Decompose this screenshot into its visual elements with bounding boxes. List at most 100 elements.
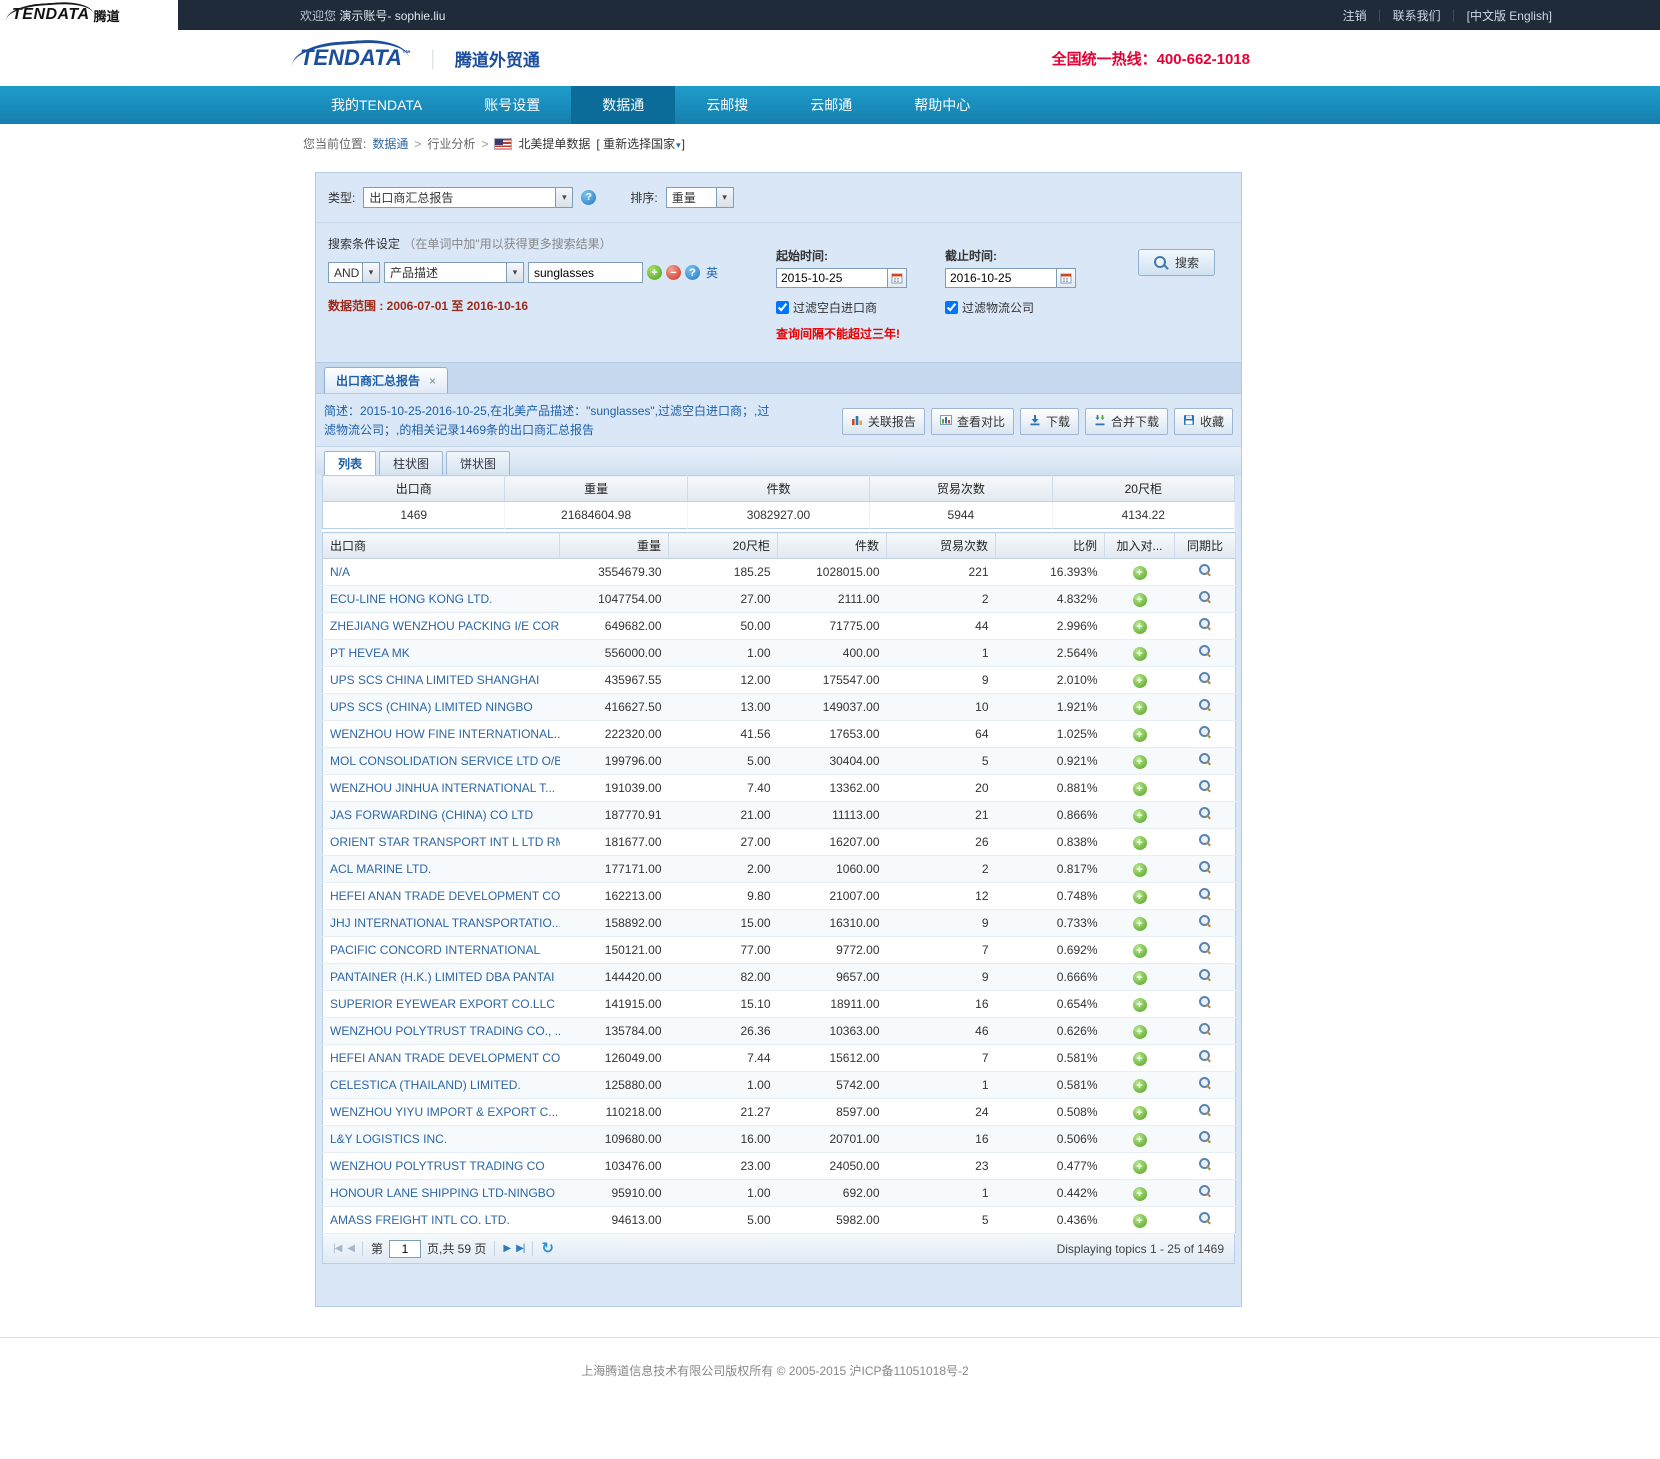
- view-compare-button[interactable]: 查看对比: [931, 408, 1014, 435]
- header-pieces[interactable]: 件数: [778, 533, 887, 559]
- period-compare-icon[interactable]: [1198, 699, 1211, 712]
- tab-pie-chart-view[interactable]: 饼状图: [446, 451, 510, 475]
- exporter-name-link[interactable]: WENZHOU POLYTRUST TRADING CO., ...: [330, 1024, 560, 1038]
- related-report-button[interactable]: 关联报告: [842, 408, 925, 435]
- add-to-compare-icon[interactable]: +: [1133, 863, 1147, 877]
- exporter-name-link[interactable]: UPS SCS (CHINA) LIMITED NINGBO: [330, 700, 533, 714]
- exporter-name-link[interactable]: ZHEJIANG WENZHOU PACKING I/E CORP.: [330, 619, 560, 633]
- keyword-input[interactable]: [528, 262, 643, 283]
- remove-condition-icon[interactable]: −: [666, 265, 681, 280]
- add-to-compare-icon[interactable]: +: [1133, 593, 1147, 607]
- tab-exporter-summary-report[interactable]: 出口商汇总报告 ×: [324, 367, 448, 393]
- nav-item-cloud-mail[interactable]: 云邮通: [779, 86, 883, 124]
- exporter-name-link[interactable]: ACL MARINE LTD.: [330, 862, 431, 876]
- exporter-name-link[interactable]: MOL CONSOLIDATION SERVICE LTD O/B: [330, 754, 560, 768]
- header-weight[interactable]: 重量: [560, 533, 669, 559]
- nav-item-account-settings[interactable]: 账号设置: [453, 86, 571, 124]
- english-translate-link[interactable]: 英: [706, 264, 718, 281]
- add-to-compare-icon[interactable]: +: [1133, 1133, 1147, 1147]
- favorite-button[interactable]: 收藏: [1174, 408, 1233, 435]
- add-to-compare-icon[interactable]: +: [1133, 917, 1147, 931]
- add-to-compare-icon[interactable]: +: [1133, 566, 1147, 580]
- exporter-name-link[interactable]: JAS FORWARDING (CHINA) CO LTD: [330, 808, 533, 822]
- add-to-compare-icon[interactable]: +: [1133, 674, 1147, 688]
- page-number-input[interactable]: [389, 1240, 421, 1258]
- condition-help-icon[interactable]: ?: [685, 265, 700, 280]
- period-compare-icon[interactable]: [1198, 888, 1211, 901]
- add-condition-icon[interactable]: +: [647, 265, 662, 280]
- exporter-name-link[interactable]: PANTAINER (H.K.) LIMITED DBA PANTAI: [330, 970, 554, 984]
- sort-select[interactable]: 重量 ▾: [666, 187, 734, 208]
- add-to-compare-icon[interactable]: +: [1133, 1160, 1147, 1174]
- filter-logistics-checkbox[interactable]: [945, 301, 958, 314]
- language-switch-link[interactable]: [中文版 English]: [1467, 7, 1552, 24]
- period-compare-icon[interactable]: [1198, 1158, 1211, 1171]
- exporter-name-link[interactable]: JHJ INTERNATIONAL TRANSPORTATIO...: [330, 916, 560, 930]
- totals-header-teu[interactable]: 20尺柜: [1052, 476, 1234, 502]
- exporter-name-link[interactable]: PACIFIC CONCORD INTERNATIONAL: [330, 943, 540, 957]
- period-compare-icon[interactable]: [1198, 996, 1211, 1009]
- add-to-compare-icon[interactable]: +: [1133, 836, 1147, 850]
- nav-item-my-tendata[interactable]: 我的TENDATA: [300, 86, 453, 124]
- add-to-compare-icon[interactable]: +: [1133, 944, 1147, 958]
- totals-header-exporter[interactable]: 出口商: [323, 476, 505, 502]
- period-compare-icon[interactable]: [1198, 1104, 1211, 1117]
- breadcrumb-link-data-hub[interactable]: 数据通: [372, 135, 408, 152]
- exporter-name-link[interactable]: HEFEI ANAN TRADE DEVELOPMENT CO...: [330, 1051, 560, 1065]
- add-to-compare-icon[interactable]: +: [1133, 1187, 1147, 1201]
- add-to-compare-icon[interactable]: +: [1133, 620, 1147, 634]
- exporter-name-link[interactable]: UPS SCS CHINA LIMITED SHANGHAI: [330, 673, 539, 687]
- first-page-icon[interactable]: |◀: [333, 1243, 341, 1254]
- add-to-compare-icon[interactable]: +: [1133, 890, 1147, 904]
- help-icon[interactable]: ?: [581, 190, 596, 205]
- exporter-name-link[interactable]: WENZHOU JINHUA INTERNATIONAL T...: [330, 781, 555, 795]
- tab-bar-chart-view[interactable]: 柱状图: [379, 451, 443, 475]
- nav-item-cloud-mail-search[interactable]: 云邮搜: [675, 86, 779, 124]
- totals-header-weight[interactable]: 重量: [505, 476, 687, 502]
- exporter-name-link[interactable]: AMASS FREIGHT INTL CO. LTD.: [330, 1213, 510, 1227]
- end-date-input[interactable]: [945, 268, 1057, 288]
- period-compare-icon[interactable]: [1198, 1077, 1211, 1090]
- header-exporter[interactable]: 出口商: [323, 533, 560, 559]
- last-page-icon[interactable]: ▶|: [516, 1243, 524, 1254]
- tab-list-view[interactable]: 列表: [324, 451, 376, 475]
- add-to-compare-icon[interactable]: +: [1133, 782, 1147, 796]
- contact-us-link[interactable]: 联系我们: [1393, 7, 1441, 24]
- add-to-compare-icon[interactable]: +: [1133, 647, 1147, 661]
- period-compare-icon[interactable]: [1198, 645, 1211, 658]
- merge-download-button[interactable]: 合并下载: [1085, 408, 1168, 435]
- header-ratio[interactable]: 比例: [996, 533, 1105, 559]
- prev-page-icon[interactable]: ◀: [347, 1243, 354, 1254]
- period-compare-icon[interactable]: [1198, 564, 1211, 577]
- add-to-compare-icon[interactable]: +: [1133, 971, 1147, 985]
- period-compare-icon[interactable]: [1198, 726, 1211, 739]
- period-compare-icon[interactable]: [1198, 807, 1211, 820]
- exporter-name-link[interactable]: HEFEI ANAN TRADE DEVELOPMENT CO...: [330, 889, 560, 903]
- close-tab-icon[interactable]: ×: [429, 374, 436, 388]
- boolean-operator-select[interactable]: AND ▾: [328, 262, 380, 283]
- add-to-compare-icon[interactable]: +: [1133, 728, 1147, 742]
- calendar-icon[interactable]: [888, 268, 907, 288]
- period-compare-icon[interactable]: [1198, 618, 1211, 631]
- header-trades[interactable]: 贸易次数: [887, 533, 996, 559]
- period-compare-icon[interactable]: [1198, 672, 1211, 685]
- search-button[interactable]: 搜索: [1138, 249, 1215, 276]
- add-to-compare-icon[interactable]: +: [1133, 998, 1147, 1012]
- calendar-icon[interactable]: [1057, 268, 1076, 288]
- report-type-select[interactable]: 出口商汇总报告 ▾: [363, 187, 573, 208]
- filter-blank-importer-checkbox[interactable]: [776, 301, 789, 314]
- next-page-icon[interactable]: ▶: [503, 1243, 510, 1254]
- exporter-name-link[interactable]: ORIENT STAR TRANSPORT INT L LTD RM: [330, 835, 560, 849]
- exporter-name-link[interactable]: PT HEVEA MK: [330, 646, 410, 660]
- header-teu[interactable]: 20尺柜: [669, 533, 778, 559]
- add-to-compare-icon[interactable]: +: [1133, 1025, 1147, 1039]
- period-compare-icon[interactable]: [1198, 915, 1211, 928]
- period-compare-icon[interactable]: [1198, 942, 1211, 955]
- add-to-compare-icon[interactable]: +: [1133, 1106, 1147, 1120]
- exporter-name-link[interactable]: WENZHOU YIYU IMPORT & EXPORT C...: [330, 1105, 558, 1119]
- add-to-compare-icon[interactable]: +: [1133, 1079, 1147, 1093]
- period-compare-icon[interactable]: [1198, 780, 1211, 793]
- nav-item-help-center[interactable]: 帮助中心: [883, 86, 1001, 124]
- period-compare-icon[interactable]: [1198, 861, 1211, 874]
- period-compare-icon[interactable]: [1198, 1131, 1211, 1144]
